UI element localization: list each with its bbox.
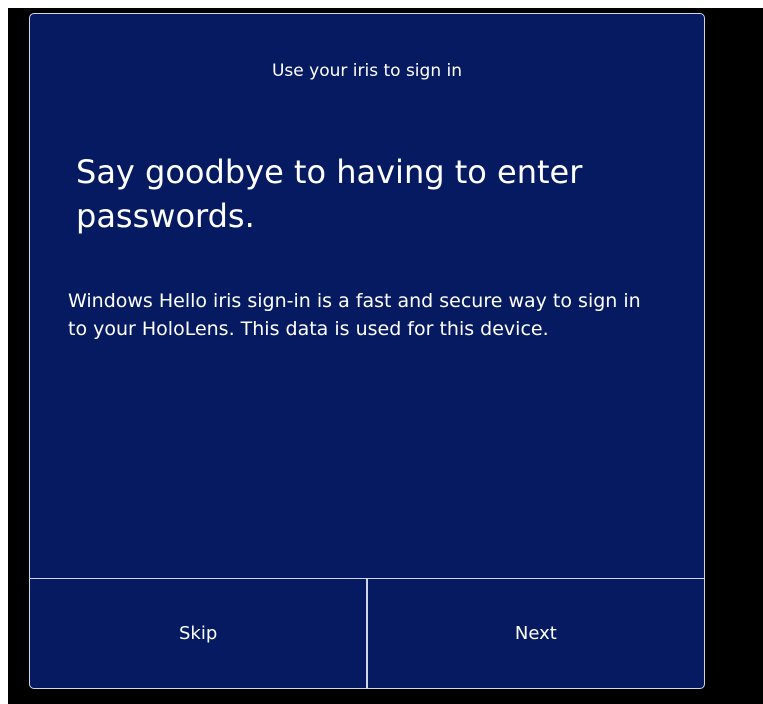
next-button-label: Next xyxy=(514,623,557,644)
skip-button-label: Skip xyxy=(178,623,218,644)
dialog-description: Windows Hello iris sign-in is a fast and… xyxy=(68,290,641,340)
dialog-button-bar: Skip Next xyxy=(30,578,704,688)
skip-button[interactable]: Skip xyxy=(30,579,366,688)
dialog-title: Use your iris to sign in xyxy=(271,61,462,81)
iris-signin-dialog: Use your iris to sign in Say goodbye to … xyxy=(29,13,705,689)
next-button[interactable]: Next xyxy=(368,579,704,688)
dialog-headline: Say goodbye to having to enter passwords… xyxy=(76,153,583,235)
